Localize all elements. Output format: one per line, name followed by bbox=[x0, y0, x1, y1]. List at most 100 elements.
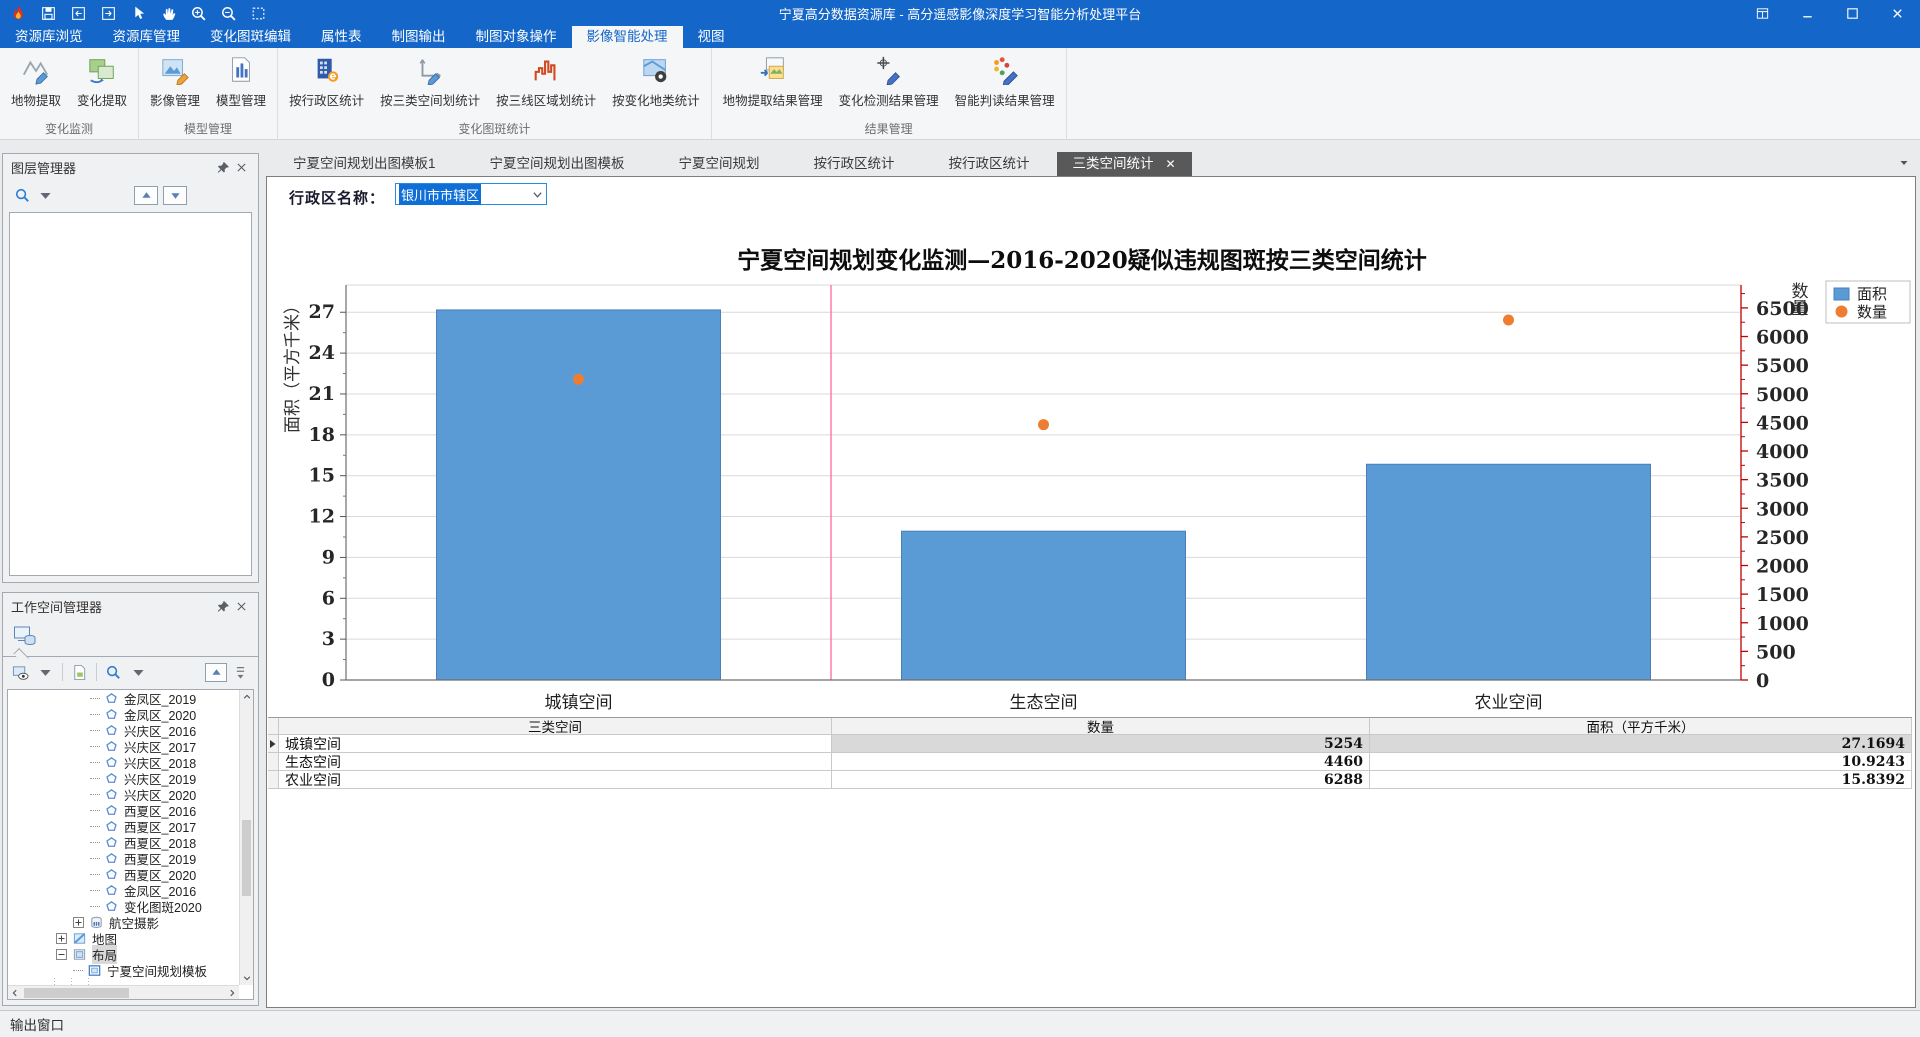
ribbon-button-变化提取[interactable]: 变化提取 bbox=[69, 53, 135, 111]
ribbon-tab-变化图斑编辑[interactable]: 变化图斑编辑 bbox=[195, 26, 306, 48]
ribbon-button-按三线区域划统计[interactable]: 按三线区域划统计 bbox=[488, 53, 604, 111]
row-selector[interactable] bbox=[268, 771, 279, 789]
ribbon-button-按行政区统计[interactable]: 按行政区统计 bbox=[281, 53, 372, 111]
collapse-tree-button[interactable] bbox=[205, 663, 227, 682]
ribbon-tab-视图[interactable]: 视图 bbox=[683, 26, 740, 48]
display-options-icon[interactable] bbox=[9, 661, 32, 683]
workspace-manager-title: 工作空间管理器 bbox=[11, 597, 102, 616]
page-prev-icon[interactable] bbox=[65, 2, 91, 24]
new-document-icon[interactable] bbox=[68, 661, 91, 683]
close-icon[interactable] bbox=[1875, 0, 1920, 26]
minimize-icon[interactable] bbox=[1785, 0, 1830, 26]
minus-box-icon[interactable] bbox=[56, 949, 67, 960]
search-caret-icon[interactable] bbox=[34, 184, 57, 206]
zoom-out-icon[interactable] bbox=[215, 2, 241, 24]
tab-list-chevron-down-icon[interactable] bbox=[1898, 157, 1914, 169]
scroll-down-icon[interactable] bbox=[240, 971, 254, 985]
cell: 10.9243 bbox=[1370, 753, 1912, 771]
tree-item-地图[interactable]: 地图 bbox=[8, 930, 239, 946]
table-row[interactable]: 城镇空间525427.1694 bbox=[268, 735, 1912, 753]
ribbon-button-变化检测结果管理[interactable]: 变化检测结果管理 bbox=[831, 53, 947, 111]
panel-splitter-handle[interactable] bbox=[229, 661, 252, 683]
maximize-icon[interactable] bbox=[1830, 0, 1875, 26]
pin-icon[interactable] bbox=[214, 597, 232, 615]
title-bar: 宁夏高分数据资源库 - 高分遥感影像深度学习智能分析处理平台 bbox=[0, 0, 1920, 26]
save-icon[interactable] bbox=[35, 2, 61, 24]
ribbon-tab-属性表[interactable]: 属性表 bbox=[306, 26, 377, 48]
close-icon[interactable] bbox=[232, 597, 250, 615]
tree-item-航空摄影[interactable]: 航空摄影 bbox=[8, 914, 239, 930]
table-row[interactable]: 生态空间446010.9243 bbox=[268, 753, 1912, 771]
cell: 城镇空间 bbox=[279, 735, 832, 753]
pan-icon[interactable] bbox=[155, 2, 181, 24]
pin-icon[interactable] bbox=[214, 158, 232, 176]
scrollbar-thumb[interactable] bbox=[242, 820, 251, 897]
ribbon-tab-资源库管理[interactable]: 资源库管理 bbox=[98, 26, 196, 48]
ribbon-tab-影像智能处理[interactable]: 影像智能处理 bbox=[572, 26, 683, 48]
cursor-icon[interactable] bbox=[125, 2, 151, 24]
ribbon-button-模型管理[interactable]: 模型管理 bbox=[208, 53, 274, 111]
column-header-三类空间[interactable]: 三类空间 bbox=[279, 718, 832, 735]
ribbon-button-label: 地物提取结果管理 bbox=[723, 90, 823, 109]
ribbon-group-label: 模型管理 bbox=[142, 120, 274, 139]
scrollbar-thumb[interactable] bbox=[24, 988, 129, 998]
ribbon-button-地物提取结果管理[interactable]: 地物提取结果管理 bbox=[715, 53, 831, 111]
tree-connector bbox=[90, 746, 100, 747]
zoom-in-icon[interactable] bbox=[185, 2, 211, 24]
document-tab-按行政区统计[interactable]: 按行政区统计 bbox=[922, 152, 1057, 176]
stat-space-icon bbox=[415, 55, 445, 90]
column-header-数量[interactable]: 数量 bbox=[832, 718, 1370, 735]
display-options-caret-icon[interactable] bbox=[34, 661, 57, 683]
vertical-scrollbar[interactable] bbox=[239, 690, 253, 985]
scroll-right-icon[interactable] bbox=[225, 986, 239, 1000]
document-tab-三类空间统计[interactable]: 三类空间统计✕ bbox=[1057, 152, 1192, 176]
search-caret-icon[interactable] bbox=[127, 661, 150, 683]
plus-box-icon[interactable] bbox=[73, 917, 84, 928]
output-window-tab[interactable]: 输出窗口 bbox=[10, 1014, 64, 1034]
select-rect-icon[interactable] bbox=[245, 2, 271, 24]
close-icon[interactable] bbox=[232, 158, 250, 176]
horizontal-scrollbar[interactable] bbox=[8, 985, 239, 999]
column-header-面积（平方千米）[interactable]: 面积（平方千米） bbox=[1370, 718, 1912, 735]
ribbon-button-label: 按三类空间划统计 bbox=[380, 90, 480, 109]
workspace-database-icon[interactable] bbox=[13, 625, 37, 647]
move-layer-down-button[interactable] bbox=[163, 186, 187, 205]
search-icon[interactable] bbox=[102, 661, 125, 683]
polygon-icon bbox=[104, 803, 119, 818]
scroll-up-icon[interactable] bbox=[240, 690, 254, 704]
tree-item-宁夏空间规划模板[interactable]: 宁夏空间规划模板 bbox=[8, 962, 239, 978]
cell: 农业空间 bbox=[279, 771, 832, 789]
ribbon-tab-制图输出[interactable]: 制图输出 bbox=[377, 26, 461, 48]
search-icon[interactable] bbox=[11, 184, 34, 206]
svg-text:24: 24 bbox=[309, 342, 335, 364]
svg-text:500: 500 bbox=[1756, 641, 1796, 663]
layer-list[interactable] bbox=[9, 212, 252, 576]
row-selector[interactable] bbox=[268, 735, 279, 753]
ribbon-button-地物提取[interactable]: 地物提取 bbox=[3, 53, 69, 111]
row-selector[interactable] bbox=[268, 753, 279, 771]
plus-box-icon[interactable] bbox=[56, 933, 67, 944]
document-tab-宁夏空间规划[interactable]: 宁夏空间规划 bbox=[652, 152, 787, 176]
svg-text:3500: 3500 bbox=[1756, 470, 1809, 492]
ribbon-button-按三类空间划统计[interactable]: 按三类空间划统计 bbox=[372, 53, 488, 111]
document-tab-宁夏空间规划出图模板[interactable]: 宁夏空间规划出图模板 bbox=[463, 152, 652, 176]
svg-text:27: 27 bbox=[309, 301, 335, 323]
ribbon-button-智能判读结果管理[interactable]: 智能判读结果管理 bbox=[947, 53, 1063, 111]
cell: 5254 bbox=[832, 735, 1370, 753]
ribbon-button-影像管理[interactable]: 影像管理 bbox=[142, 53, 208, 111]
chevron-down-icon[interactable] bbox=[532, 189, 543, 200]
admin-region-combobox[interactable]: 银川市市辖区 bbox=[395, 183, 547, 205]
feature-extract-icon bbox=[21, 55, 51, 90]
ribbon-tab-资源库浏览[interactable]: 资源库浏览 bbox=[0, 26, 98, 48]
close-tab-icon[interactable]: ✕ bbox=[1166, 152, 1176, 176]
table-row[interactable]: 农业空间628815.8392 bbox=[268, 771, 1912, 789]
document-tab-宁夏空间规划出图模板1[interactable]: 宁夏空间规划出图模板1 bbox=[266, 152, 463, 176]
scroll-left-icon[interactable] bbox=[8, 986, 22, 1000]
page-next-icon[interactable] bbox=[95, 2, 121, 24]
ribbon-tab-制图对象操作[interactable]: 制图对象操作 bbox=[461, 26, 572, 48]
layout-panels-icon[interactable] bbox=[1740, 0, 1785, 26]
ribbon-button-按变化地类统计[interactable]: 按变化地类统计 bbox=[604, 53, 708, 111]
move-layer-up-button[interactable] bbox=[134, 186, 158, 205]
document-tab-按行政区统计[interactable]: 按行政区统计 bbox=[787, 152, 922, 176]
ribbon-group-模型管理: 影像管理模型管理模型管理 bbox=[139, 48, 278, 139]
